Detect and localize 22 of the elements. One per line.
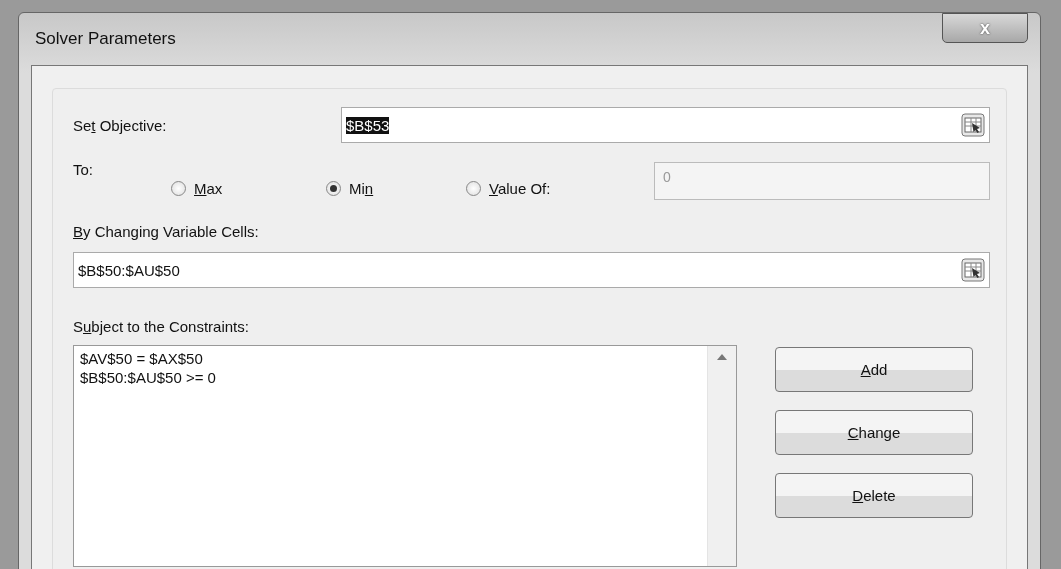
radio-option[interactable]: Max xyxy=(171,179,326,197)
range-select-icon[interactable] xyxy=(961,113,985,137)
radio-button[interactable] xyxy=(171,180,186,196)
constraint-item[interactable]: $AV$50 = $AX$50 xyxy=(80,350,701,367)
radio-button[interactable] xyxy=(326,180,341,196)
variable-cells-label: By Changing Variable Cells: xyxy=(73,223,260,240)
objective-field[interactable]: $B$53 xyxy=(341,107,990,143)
dialog-button[interactable]: Change xyxy=(775,410,973,455)
radio-option[interactable]: Min xyxy=(326,179,466,197)
variable-cells-field[interactable]: $B$50:$AU$50 xyxy=(73,252,990,288)
constraint-item[interactable]: $B$50:$AU$50 >= 0 xyxy=(80,369,701,386)
to-label: To: xyxy=(73,161,94,178)
constraints-label: Subject to the Constraints: xyxy=(73,318,250,335)
set-objective-label: Set Objective: xyxy=(73,116,168,134)
scroll-up-icon[interactable] xyxy=(717,354,727,360)
dialog-button[interactable]: Delete xyxy=(775,473,973,518)
window-title: Solver Parameters xyxy=(34,29,176,49)
radio-button[interactable] xyxy=(466,180,481,196)
dialog-button[interactable]: Add xyxy=(775,347,973,392)
range-select-icon[interactable] xyxy=(961,258,985,282)
radio-option[interactable]: Value Of: xyxy=(466,179,606,197)
constraints-list[interactable]: $AV$50 = $AX$50 $B$50:$AU$50 >= 0 xyxy=(73,345,737,567)
